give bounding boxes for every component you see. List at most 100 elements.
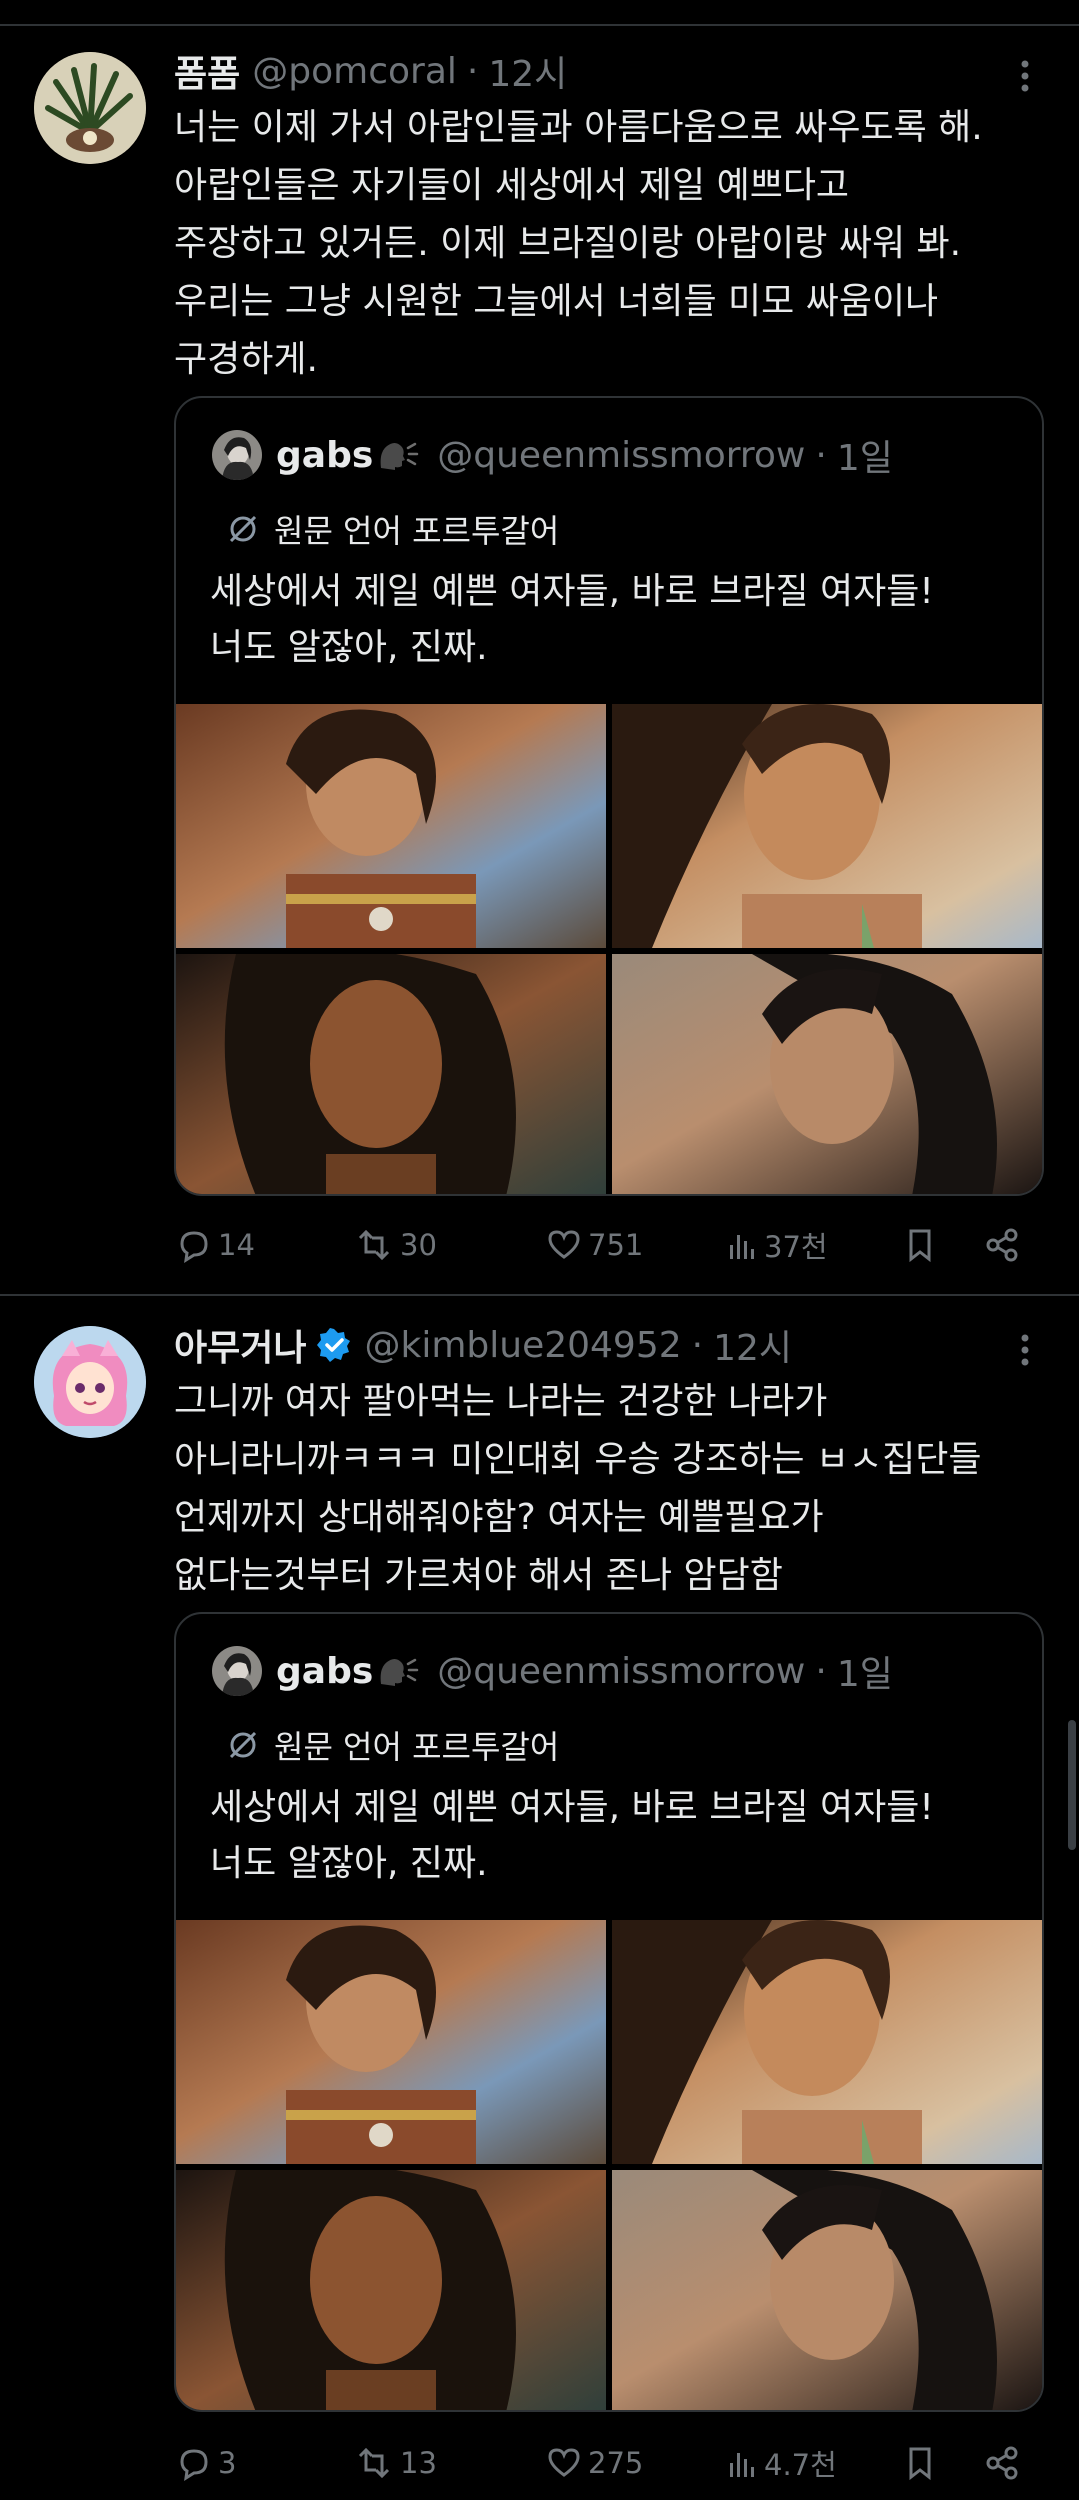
quote-avatar [212,1646,262,1696]
tweet-text-line: 우리는 그냥 시원한 그늘에서 너희들 미모 싸움이나 [174,281,939,322]
photo-3[interactable] [176,2170,606,2410]
share-icon [986,1228,1018,1262]
translation-note[interactable]: 원문 언어 포르투갈어 [226,1722,559,1768]
tweet-text-line: 너는 이제 가서 아랍인들과 아름다움으로 싸우도록 해. [174,107,983,148]
retweet-count: 30 [400,1228,437,1262]
photo-1[interactable] [176,1920,606,2164]
reply-icon [180,2449,208,2481]
timestamp[interactable]: 12시 [488,45,567,97]
tweet-text-line: 아니라니까ㅋㅋㅋ 미인대회 우승 강조하는 ㅂㅅ집단들 [174,1439,982,1480]
tweet-text-line: 아랍인들은 자기들이 세상에서 제일 예쁘다고 [174,165,850,206]
tweet-header: 아무거나 @kimblue204952 · 12시 [174,1320,792,1370]
bookmark-icon [909,2447,931,2481]
media-grid [176,1920,1042,2410]
tweet-text-line: 구경하게. [174,339,318,380]
photo-1[interactable] [176,704,606,948]
tweet-text-line: 언제까지 상대해줘야함? 여자는 예쁠필요가 [174,1497,824,1538]
share-icon [986,2446,1018,2480]
photo-3[interactable] [176,954,606,1194]
views-icon [730,2453,754,2477]
tweet-text-line: 주장하고 있거든. 이제 브라질이랑 아랍이랑 싸워 봐. [174,223,962,264]
like-button[interactable]: 275 [544,2438,643,2488]
separator-dot: · [466,50,479,92]
tweet-actions: 14 30 751 37천 [174,1220,1044,1270]
bookmark-button[interactable] [902,1220,942,1270]
speaking-head-icon [377,438,419,472]
like-icon [548,2448,580,2477]
photo-2[interactable] [612,704,1042,948]
view-count: 37천 [764,1230,828,1264]
bookmark-button[interactable] [902,2438,942,2488]
views-button[interactable]: 4.7천 [724,2438,837,2488]
tweet-text-line: 없다는것부터 가르쳐야 해서 존나 암담함 [174,1555,783,1596]
reply-button[interactable]: 3 [174,2438,236,2488]
quote-text-line: 너도 알잖아, 진짜. [210,1843,488,1884]
separator-dot: · [815,434,827,476]
quote-author-name: gabs [276,434,374,476]
quote-header: gabs @queenmissmorrow · 1일 [212,1646,893,1696]
translate-icon [229,1731,257,1759]
retweet-button[interactable]: 13 [352,2438,437,2488]
avatar[interactable] [34,52,146,164]
author-name[interactable]: 아무거나 [174,1319,306,1371]
author-handle[interactable]: @kimblue204952 [364,1325,681,1366]
author-name[interactable]: 폼폼 [174,45,240,97]
view-count: 4.7천 [764,2448,837,2482]
quote-author-handle: @queenmissmorrow [437,1650,806,1692]
photo-4[interactable] [612,954,1042,1194]
translation-label: 원문 언어 포르투갈어 [274,1728,560,1766]
reply-icon [180,1231,208,1263]
retweet-button[interactable]: 30 [352,1220,437,1270]
top-divider [0,24,1079,26]
reply-button[interactable]: 14 [174,1220,255,1270]
bookmark-icon [909,1229,931,1263]
retweet-icon [358,2447,390,2479]
translation-note[interactable]: 원문 언어 포르투갈어 [226,506,559,552]
author-handle[interactable]: @pomcoral [252,51,457,92]
reply-count: 14 [218,1228,255,1262]
share-button[interactable] [982,2438,1026,2488]
separator-dot: · [691,1324,704,1366]
share-button[interactable] [982,1220,1026,1270]
quote-author-handle: @queenmissmorrow [437,434,806,476]
quote-text-line: 세상에서 제일 예쁜 여자들, 바로 브라질 여자들! [210,1787,934,1828]
more-icon[interactable] [1010,56,1040,96]
quote-text-line: 세상에서 제일 예쁜 여자들, 바로 브라질 여자들! [210,571,934,612]
verified-badge-icon [316,1327,352,1363]
quote-timestamp: 1일 [836,1654,893,1695]
like-button[interactable]: 751 [544,1220,643,1270]
retweet-icon [358,1229,390,1261]
like-count: 751 [588,1228,644,1262]
tweet-text: 그니까 여자 팔아먹는 나라는 건강한 나라가 아니라니까ㅋㅋㅋ 미인대회 우승… [174,1373,1044,1605]
tweet-text: 너는 이제 가서 아랍인들과 아름다움으로 싸우도록 해. 아랍인들은 자기들이… [174,99,1044,389]
tweet-divider [0,1294,1079,1296]
media-grid [176,704,1042,1194]
speaking-head-icon [377,1654,419,1688]
quote-timestamp: 1일 [836,438,893,479]
translation-label: 원문 언어 포르투갈어 [274,512,560,550]
quote-avatar [212,430,262,480]
like-count: 275 [588,2446,644,2480]
translate-icon [229,515,257,543]
tweet-header: 폼폼 @pomcoral · 12시 [174,46,567,96]
views-icon [730,1235,754,1259]
photo-4[interactable] [612,2170,1042,2410]
scrollbar[interactable] [1068,1720,1076,1850]
views-button[interactable]: 37천 [724,1220,828,1270]
retweet-count: 13 [400,2446,437,2480]
quote-text: 세상에서 제일 예쁜 여자들, 바로 브라질 여자들! 너도 알잖아, 진짜. [210,564,934,676]
quote-text: 세상에서 제일 예쁜 여자들, 바로 브라질 여자들! 너도 알잖아, 진짜. [210,1780,934,1892]
like-icon [548,1230,580,1259]
quote-header: gabs @queenmissmorrow · 1일 [212,430,893,480]
photo-2[interactable] [612,1920,1042,2164]
quoted-tweet[interactable]: gabs @queenmissmorrow · 1일 원문 언어 포르투갈어 세… [174,1612,1044,2412]
tweet-text-line: 그니까 여자 팔아먹는 나라는 건강한 나라가 [174,1381,828,1422]
more-icon[interactable] [1010,1330,1040,1370]
avatar[interactable] [34,1326,146,1438]
quoted-tweet[interactable]: gabs @queenmissmorrow · 1일 원문 언어 포르투갈어 세… [174,396,1044,1196]
separator-dot: · [815,1650,827,1692]
tweet-actions: 3 13 275 4.7천 [174,2438,1044,2488]
timestamp[interactable]: 12시 [713,1319,792,1371]
reply-count: 3 [218,2446,237,2480]
quote-author-name: gabs [276,1650,374,1692]
